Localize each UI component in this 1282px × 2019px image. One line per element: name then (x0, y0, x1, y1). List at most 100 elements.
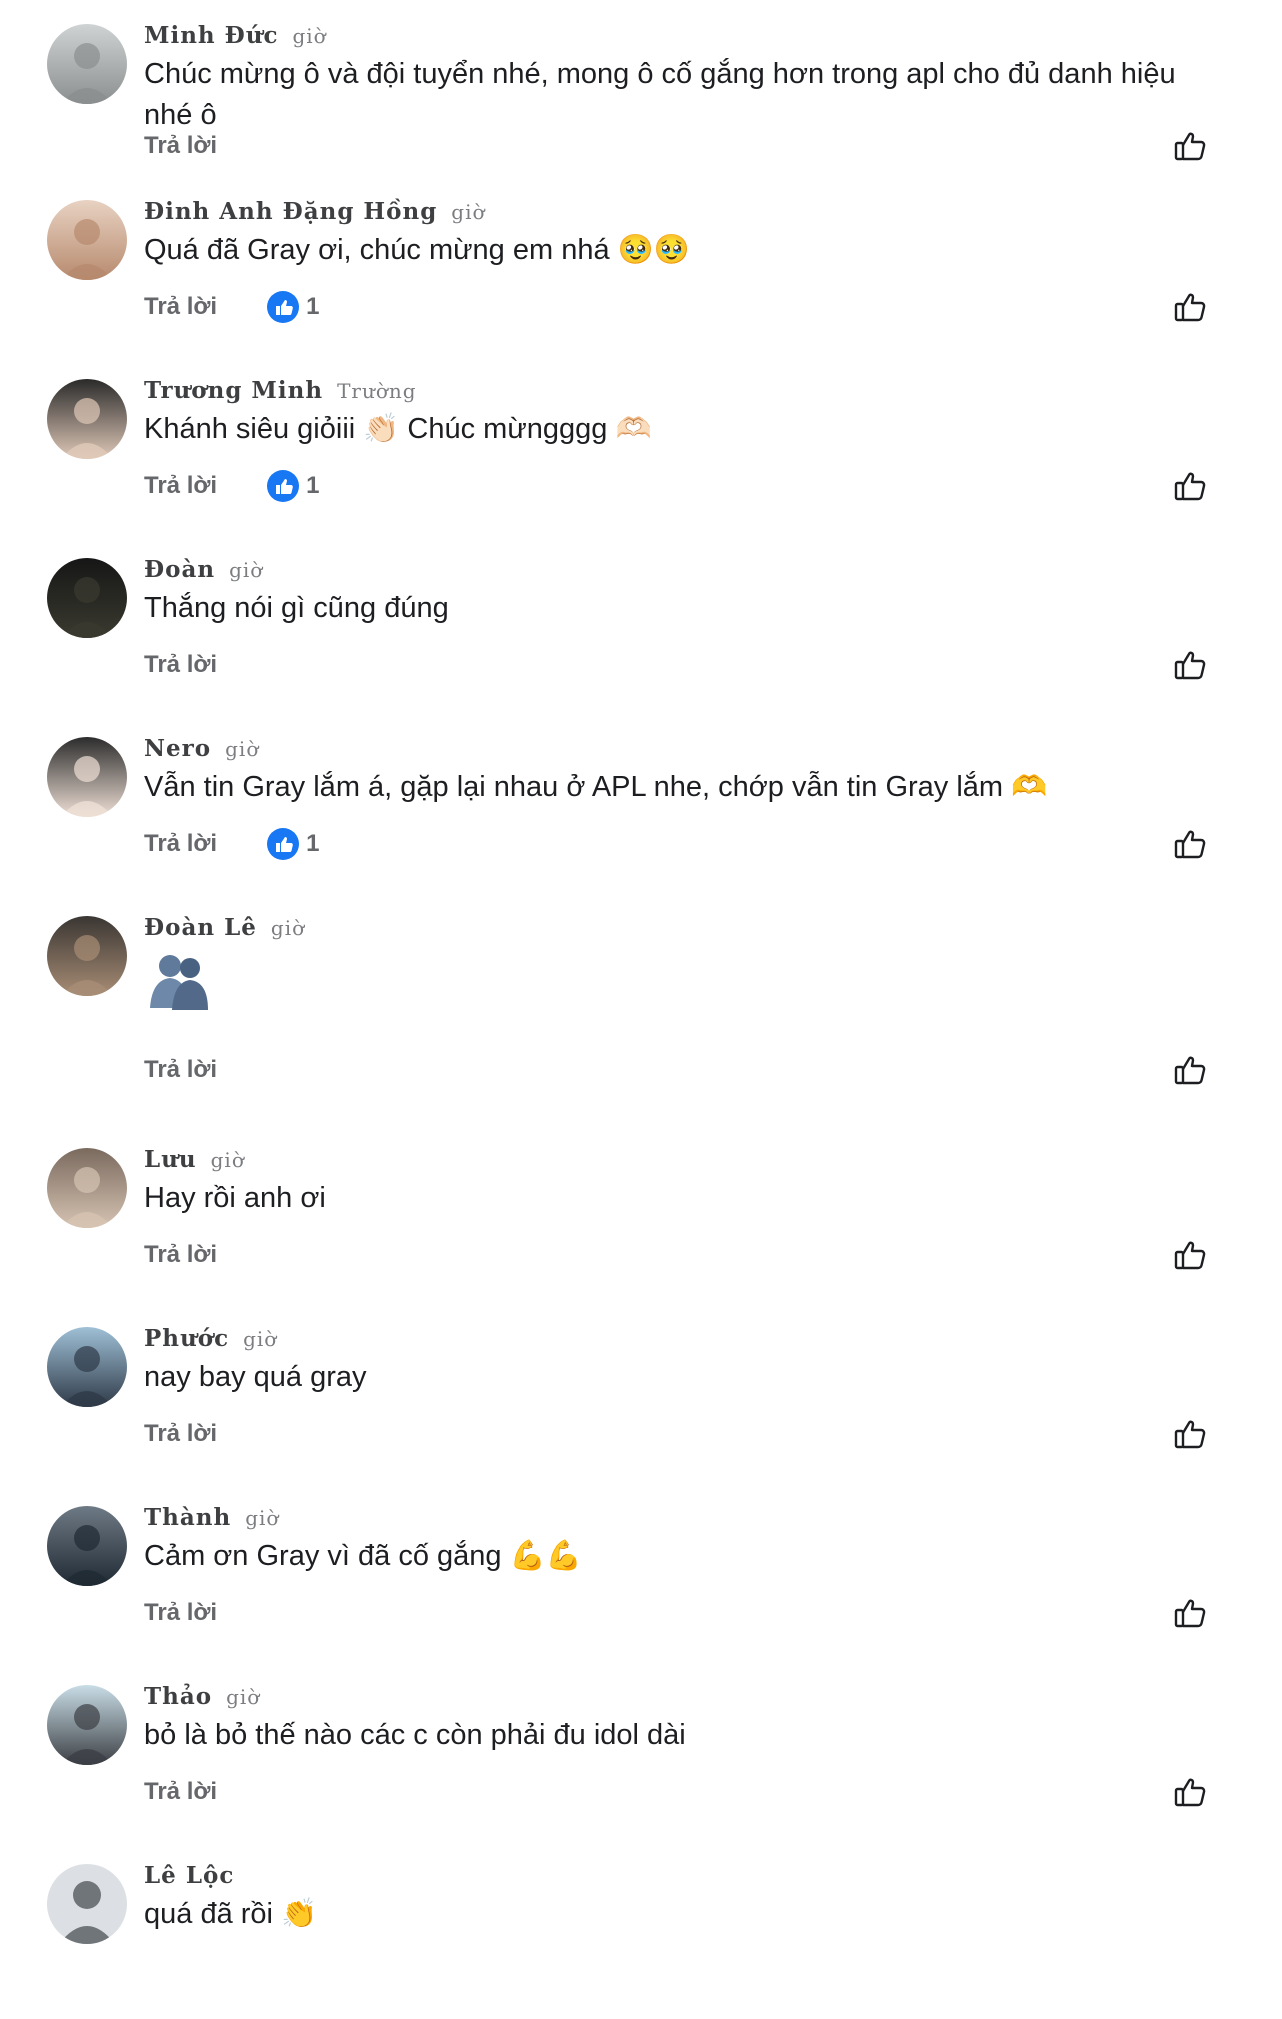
reaction-count: 1 (306, 293, 320, 320)
author-name[interactable]: Lê Lộc (144, 1862, 234, 1889)
comment-author[interactable]: Đinh Anh Đặng Hồng giờ (144, 198, 1192, 226)
thumbs-up-outline-icon (1174, 132, 1206, 161)
comment-item: Lê Lộc quá đã rồi 👏 (0, 1840, 1282, 2019)
thumbs-up-outline-icon (1174, 830, 1206, 859)
comment-time: giờ (245, 1506, 280, 1530)
thumbs-up-outline-icon (1174, 1241, 1206, 1270)
like-reaction-icon (267, 470, 300, 502)
comment-author[interactable]: Lưu giờ (144, 1146, 1192, 1174)
avatar[interactable] (47, 379, 127, 459)
author-name[interactable]: Lưu (144, 1146, 197, 1173)
comment-time: Trường (337, 379, 417, 403)
comment-time: giờ (210, 1148, 245, 1172)
comment-item: Thảo giờ bỏ là bỏ thế nào các c còn phải đ… (0, 1661, 1282, 1840)
like-button[interactable] (1172, 468, 1208, 504)
author-name[interactable]: Đoàn Lê (144, 914, 257, 941)
comment-text: nay bay quá gray (144, 1361, 367, 1393)
comment-text: Chúc mừng ô và đội tuyển nhé, mong ô cố … (144, 58, 1176, 131)
comment-author[interactable]: Thảo giờ (144, 1683, 1192, 1711)
comment-item: Lưu giờ Hay rồi anh ơi Trả lời (0, 1124, 1282, 1303)
avatar[interactable] (47, 558, 127, 638)
comment-item: Đinh Anh Đặng Hồng giờ Quá đã Gray ơi, chú… (0, 176, 1282, 355)
reply-button[interactable]: Trả lời (144, 293, 217, 321)
like-button[interactable] (1172, 1052, 1208, 1088)
reaction-summary[interactable]: 1 (267, 828, 319, 860)
comment-text: Cảm ơn Gray vì đã cố gắng 💪💪 (144, 1540, 582, 1572)
like-button[interactable] (1172, 1237, 1208, 1273)
comment-item: Nero giờ Vẫn tin Gray lắm á, gặp lại nhau … (0, 713, 1282, 892)
avatar[interactable] (47, 1506, 127, 1586)
hug-sticker (144, 950, 214, 1014)
author-name[interactable]: Đoàn (144, 556, 215, 583)
like-button[interactable] (1172, 1774, 1208, 1810)
comment-text: Vẫn tin Gray lắm á, gặp lại nhau ở APL n… (144, 771, 1048, 803)
reaction-count: 1 (306, 472, 320, 499)
comment-author[interactable]: Minh Đức giờ (144, 22, 1192, 50)
author-name[interactable]: Thảo (144, 1683, 212, 1710)
author-name[interactable]: Phước (144, 1325, 229, 1352)
comment-author[interactable]: Đoàn giờ (144, 556, 1192, 584)
author-name[interactable]: Nero (144, 735, 211, 762)
comment-author[interactable]: Phước giờ (144, 1325, 1192, 1353)
thumbs-up-outline-icon (1174, 472, 1206, 501)
avatar[interactable] (47, 916, 127, 996)
thumbs-up-outline-icon (1174, 1420, 1206, 1449)
avatar[interactable] (47, 1148, 127, 1228)
reply-button[interactable]: Trả lời (144, 1778, 217, 1806)
reply-button[interactable]: Trả lời (144, 1056, 217, 1084)
comment-text: bỏ là bỏ thế nào các c còn phải đu idol … (144, 1719, 686, 1751)
author-name[interactable]: Đinh Anh Đặng Hồng (144, 198, 437, 225)
thumbs-up-outline-icon (1174, 293, 1206, 322)
comment-time: giờ (226, 1685, 261, 1709)
comment-author[interactable]: Lê Lộc (144, 1862, 1192, 1890)
comment-author[interactable]: Thành giờ (144, 1504, 1192, 1532)
reaction-summary[interactable]: 1 (267, 291, 319, 323)
like-button[interactable] (1172, 1416, 1208, 1452)
thumbs-up-outline-icon (1174, 651, 1206, 680)
like-button[interactable] (1172, 647, 1208, 683)
thumbs-up-outline-icon (1174, 1599, 1206, 1628)
reply-button[interactable]: Trả lời (144, 651, 217, 679)
avatar[interactable] (47, 1327, 127, 1407)
comment-author[interactable]: Trương Minh Trường (144, 377, 1192, 405)
author-name[interactable]: Trương Minh (144, 377, 323, 404)
comment-item: Đoàn giờ Thắng nói gì cũng đúng Trả lời (0, 534, 1282, 713)
comment-item: Thành giờ Cảm ơn Gray vì đã cố gắng 💪💪 Trả … (0, 1482, 1282, 1661)
reply-button[interactable]: Trả lời (144, 1241, 217, 1269)
author-name[interactable]: Thành (144, 1504, 231, 1531)
like-button[interactable] (1172, 1595, 1208, 1631)
reaction-count: 1 (306, 830, 320, 857)
avatar[interactable] (47, 1685, 127, 1765)
reply-button[interactable]: Trả lời (144, 1599, 217, 1627)
comment-time: giờ (229, 558, 264, 582)
comment-text: quá đã rồi 👏 (144, 1898, 318, 1930)
reply-button[interactable]: Trả lời (144, 830, 217, 858)
reaction-summary[interactable]: 1 (267, 470, 319, 502)
comment-item: Trương Minh Trường Khánh siêu giỏiii 👏🏻 Ch… (0, 355, 1282, 534)
comment-item: Đoàn Lê giờ Trả lời (0, 892, 1282, 1124)
avatar[interactable] (47, 24, 127, 104)
reply-button[interactable]: Trả lời (144, 132, 217, 160)
comment-list: Minh Đức giờ Chúc mừng ô và đội tuyển nhé,… (0, 0, 1282, 2019)
comment-time: giờ (225, 737, 260, 761)
author-name[interactable]: Minh Đức (144, 22, 278, 49)
thumbs-up-outline-icon (1174, 1056, 1206, 1085)
comment-text: Khánh siêu giỏiii 👏🏻 Chúc mừngggg 🫶🏻 (144, 413, 652, 445)
avatar[interactable] (47, 200, 127, 280)
reply-button[interactable]: Trả lời (144, 472, 217, 500)
like-button[interactable] (1172, 128, 1208, 164)
avatar[interactable] (47, 1864, 127, 1944)
like-button[interactable] (1172, 826, 1208, 862)
avatar[interactable] (47, 737, 127, 817)
like-reaction-icon (267, 828, 300, 860)
reply-button[interactable]: Trả lời (144, 1420, 217, 1448)
comment-item: Minh Đức giờ Chúc mừng ô và đội tuyển nhé,… (0, 0, 1282, 176)
thumbs-up-outline-icon (1174, 1778, 1206, 1807)
like-button[interactable] (1172, 289, 1208, 325)
comment-time: giờ (451, 200, 486, 224)
comment-time: giờ (243, 1327, 278, 1351)
comment-text: Quá đã Gray ơi, chúc mừng em nhá 🥹🥹 (144, 234, 690, 266)
comment-author[interactable]: Đoàn Lê giờ (144, 914, 1192, 942)
comment-time: giờ (292, 24, 327, 48)
comment-author[interactable]: Nero giờ (144, 735, 1192, 763)
